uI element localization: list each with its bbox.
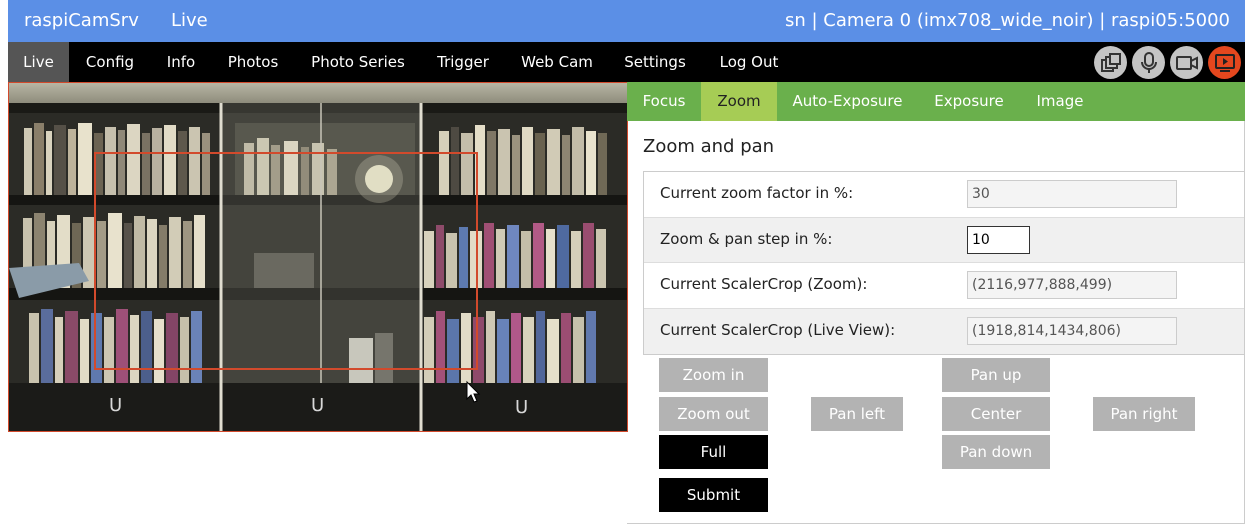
- title-bar: raspiCamSrv Live sn | Camera 0 (imx708_w…: [8, 0, 1245, 42]
- nav-log-out[interactable]: Log Out: [710, 42, 788, 82]
- zoom-factor-field: 30: [967, 180, 1177, 208]
- full-button[interactable]: Full: [659, 435, 768, 469]
- pan-up-button[interactable]: Pan up: [942, 358, 1050, 392]
- zoom-step-label: Zoom & pan step in %:: [660, 229, 833, 248]
- tab-image[interactable]: Image: [1020, 82, 1100, 121]
- settings-tabs: Focus Zoom Auto-Exposure Exposure Image: [627, 82, 1245, 121]
- tab-focus[interactable]: Focus: [627, 82, 701, 121]
- tab-auto-exposure[interactable]: Auto-Exposure: [777, 82, 918, 121]
- scaler-crop-zoom-label: Current ScalerCrop (Zoom):: [660, 275, 868, 293]
- switch-camera-icon[interactable]: [1094, 46, 1127, 79]
- nav-photo-series[interactable]: Photo Series: [302, 42, 414, 82]
- table-row: Zoom & pan step in %:: [644, 217, 1244, 263]
- zoom-step-input[interactable]: [967, 225, 1030, 254]
- table-row: Current ScalerCrop (Live View): (1918,81…: [644, 308, 1244, 354]
- live-camera-view[interactable]: U U U: [8, 82, 628, 432]
- table-row: Current zoom factor in %: 30: [644, 172, 1244, 218]
- pan-right-button[interactable]: Pan right: [1093, 397, 1195, 431]
- scaler-crop-live-field: (1918,814,1434,806): [967, 316, 1177, 345]
- nav-info[interactable]: Info: [158, 42, 204, 82]
- svg-text:U: U: [515, 397, 528, 418]
- section-title: Zoom and pan: [643, 136, 775, 157]
- submit-button[interactable]: Submit: [659, 478, 768, 512]
- tab-zoom[interactable]: Zoom: [701, 82, 777, 121]
- app-title: raspiCamSrv: [24, 10, 139, 31]
- nav-icon-group: [1094, 46, 1241, 79]
- svg-text:U: U: [109, 395, 122, 416]
- pan-down-button[interactable]: Pan down: [942, 435, 1050, 469]
- zoom-in-button[interactable]: Zoom in: [659, 358, 768, 392]
- control-panel: Focus Zoom Auto-Exposure Exposure Image …: [627, 82, 1245, 524]
- table-row: Current ScalerCrop (Zoom): (2116,977,888…: [644, 263, 1244, 309]
- zoom-out-button[interactable]: Zoom out: [659, 397, 768, 431]
- video-camera-icon[interactable]: [1170, 46, 1203, 79]
- zoom-factor-label: Current zoom factor in %:: [660, 184, 854, 202]
- svg-text:U: U: [311, 395, 324, 416]
- nav-settings[interactable]: Settings: [616, 42, 694, 82]
- zoom-properties-table: Current zoom factor in %: 30 Zoom & pan …: [643, 171, 1245, 355]
- center-button[interactable]: Center: [942, 397, 1050, 431]
- live-stream-icon[interactable]: [1208, 46, 1241, 79]
- nav-trigger[interactable]: Trigger: [428, 42, 498, 82]
- nav-photos[interactable]: Photos: [219, 42, 287, 82]
- camera-info: sn | Camera 0 (imx708_wide_noir) | raspi…: [785, 10, 1230, 31]
- scaler-crop-zoom-field: (2116,977,888,499): [967, 271, 1177, 299]
- nav-web-cam[interactable]: Web Cam: [513, 42, 601, 82]
- current-mode: Live: [171, 10, 208, 31]
- nav-live[interactable]: Live: [8, 42, 69, 82]
- nav-config[interactable]: Config: [74, 42, 146, 82]
- main-nav: Live Config Info Photos Photo Series Tri…: [8, 42, 1245, 82]
- tab-exposure[interactable]: Exposure: [918, 82, 1020, 121]
- pan-left-button[interactable]: Pan left: [811, 397, 903, 431]
- scaler-crop-live-label: Current ScalerCrop (Live View):: [660, 320, 896, 339]
- microphone-icon[interactable]: [1132, 46, 1165, 79]
